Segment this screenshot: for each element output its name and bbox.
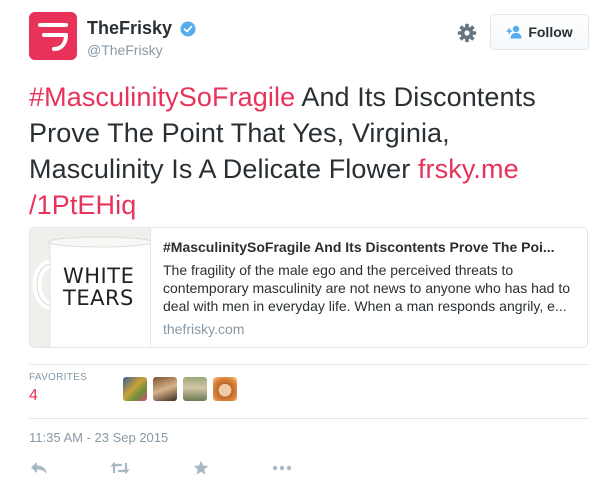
add-user-icon [506, 25, 522, 39]
divider [29, 418, 589, 419]
tweet-timestamp[interactable]: 11:35 AM - 23 Sep 2015 [29, 430, 168, 445]
divider [29, 364, 589, 365]
more-icon[interactable] [272, 459, 292, 477]
user-handle[interactable]: @TheFrisky [87, 42, 196, 58]
avatar[interactable] [213, 377, 237, 401]
tweet-actions [29, 459, 353, 479]
card-title[interactable]: #MasculinitySoFragile And Its Discontent… [163, 238, 578, 256]
favorite-icon[interactable] [191, 459, 211, 477]
mug-text-line2: TEARS [63, 286, 134, 310]
tweet-header: TheFrisky @TheFrisky Follow [29, 12, 589, 64]
follow-button[interactable]: Follow [490, 14, 589, 50]
favorites-count[interactable]: 4 [29, 387, 87, 405]
verified-badge-icon [180, 21, 196, 37]
card-body[interactable]: #MasculinitySoFragile And Its Discontent… [163, 238, 578, 337]
short-link-part1[interactable]: frsky.me [418, 154, 519, 184]
favoriters-avatars [123, 377, 243, 401]
gear-icon[interactable] [457, 23, 477, 43]
avatar[interactable] [153, 377, 177, 401]
link-preview-card[interactable]: WHITE TEARS #MasculinitySoFragile And It… [29, 227, 588, 348]
frisky-logo-icon [38, 23, 68, 51]
avatar[interactable] [123, 377, 147, 401]
retweet-icon[interactable] [110, 459, 130, 477]
display-name[interactable]: TheFrisky [87, 18, 172, 39]
avatar[interactable] [183, 377, 207, 401]
hashtag-link[interactable]: #MasculinitySoFragile [29, 82, 295, 112]
card-image[interactable]: WHITE TEARS [30, 228, 151, 347]
tweet-text: #MasculinitySoFragile And Its Discontent… [29, 79, 589, 223]
follow-button-label: Follow [528, 24, 573, 40]
favorites-label[interactable]: FAVORITES [29, 372, 87, 383]
card-description: The fragility of the male ego and the pe… [163, 262, 571, 314]
reply-icon[interactable] [29, 459, 49, 477]
short-link-part2[interactable]: /1PtEHiq [29, 190, 136, 220]
card-domain: thefrisky.com [163, 321, 245, 337]
mug-text: WHITE TEARS [63, 265, 134, 309]
avatar[interactable] [29, 12, 77, 60]
mug-text-line1: WHITE [63, 264, 135, 288]
tweet-stats[interactable]: FAVORITES 4 [29, 372, 87, 412]
user-name-block[interactable]: TheFrisky @TheFrisky [87, 18, 196, 58]
